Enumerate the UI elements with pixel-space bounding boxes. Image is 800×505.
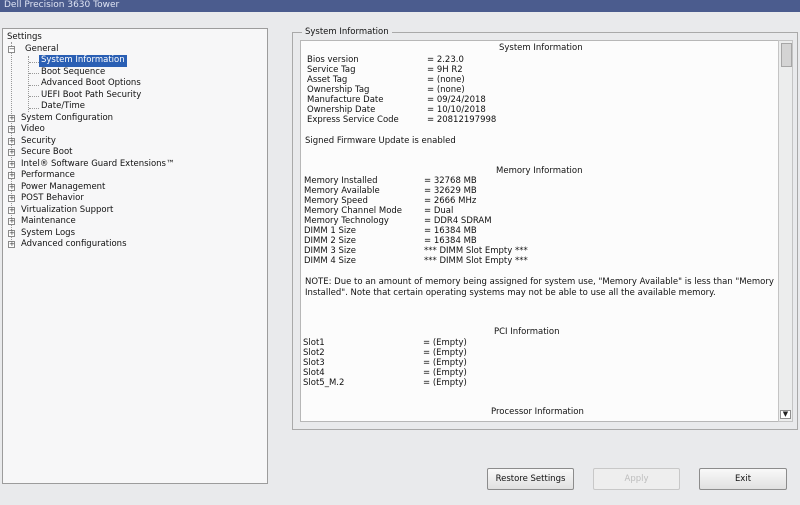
info-key: DIMM 2 Size bbox=[304, 236, 356, 246]
info-value: = (none) bbox=[427, 75, 465, 85]
minus-box-icon[interactable]: − bbox=[8, 45, 15, 53]
info-key: Asset Tag bbox=[307, 75, 348, 85]
info-key: DIMM 4 Size bbox=[304, 256, 356, 266]
info-value: = 9H R2 bbox=[427, 65, 463, 75]
tree-item-label: Security bbox=[21, 135, 56, 146]
info-value: = 16384 MB bbox=[424, 236, 477, 246]
plus-box-icon[interactable]: + bbox=[8, 218, 15, 225]
tree-connector bbox=[29, 108, 39, 109]
info-key: Ownership Tag bbox=[307, 85, 370, 95]
plus-box-icon[interactable]: + bbox=[8, 160, 15, 168]
plus-box-icon[interactable]: + bbox=[8, 172, 15, 179]
plus-box-icon[interactable]: + bbox=[8, 126, 15, 133]
tree-item-label: POST Behavior bbox=[21, 193, 84, 203]
info-value: = (Empty) bbox=[423, 368, 467, 378]
tree-item-label: Power Management bbox=[21, 181, 106, 192]
tree-connector bbox=[29, 73, 39, 74]
info-key: Slot3 bbox=[303, 358, 325, 368]
tree-connector bbox=[29, 62, 39, 63]
info-key: Memory Installed bbox=[304, 176, 378, 186]
apply-button[interactable]: Apply bbox=[593, 468, 680, 490]
info-key: Slot2 bbox=[303, 348, 325, 358]
settings-tree-panel: Settings − General System Information Bo… bbox=[2, 28, 268, 484]
info-key: Express Service Code bbox=[307, 115, 399, 125]
group-title: System Information bbox=[302, 27, 392, 37]
plus-box-icon[interactable]: + bbox=[8, 114, 15, 122]
tree-connector bbox=[28, 56, 29, 112]
tree-item-label: UEFI Boot Path Security bbox=[41, 89, 142, 100]
plus-box-icon[interactable]: + bbox=[8, 229, 15, 237]
info-key: Ownership Date bbox=[307, 105, 376, 115]
info-value: *** DIMM Slot Empty *** bbox=[424, 256, 528, 266]
info-value: = (Empty) bbox=[423, 378, 467, 388]
plus-box-icon[interactable]: + bbox=[8, 195, 15, 202]
info-value: = 09/24/2018 bbox=[427, 95, 486, 105]
pci-info-title: PCI Information bbox=[494, 327, 560, 337]
info-value: *** DIMM Slot Empty *** bbox=[424, 246, 528, 256]
tree-item-label: Maintenance bbox=[21, 216, 76, 226]
exit-button[interactable]: Exit bbox=[699, 468, 787, 490]
tree-connector bbox=[29, 85, 39, 86]
system-information-panel[interactable]: System Information Bios version = 2.23.0… bbox=[300, 40, 780, 422]
tree-item-label: Boot Sequence bbox=[41, 66, 106, 77]
info-value: = 2.23.0 bbox=[427, 55, 464, 65]
info-value: = 10/10/2018 bbox=[427, 105, 486, 115]
info-value: = 16384 MB bbox=[424, 226, 477, 236]
tree-item-label: Advanced Boot Options bbox=[41, 78, 141, 88]
info-key: Slot5_M.2 bbox=[303, 378, 345, 388]
memory-info-title: Memory Information bbox=[496, 166, 583, 176]
info-value: = Dual bbox=[424, 206, 454, 216]
info-value: = 32768 MB bbox=[424, 176, 477, 186]
plus-box-icon[interactable]: + bbox=[8, 183, 15, 191]
plus-box-icon[interactable]: + bbox=[8, 241, 15, 248]
tree-item-label: Virtualization Support bbox=[21, 204, 114, 215]
info-key: Memory Channel Mode bbox=[304, 206, 403, 216]
tree-item-label: System Configuration bbox=[21, 112, 114, 123]
info-key: DIMM 3 Size bbox=[304, 246, 356, 256]
tree-item-label: Secure Boot bbox=[21, 147, 73, 157]
processor-info-title: Processor Information bbox=[491, 407, 584, 417]
info-key: DIMM 1 Size bbox=[304, 226, 356, 236]
info-key: Memory Technology bbox=[304, 216, 389, 226]
info-key: Service Tag bbox=[307, 65, 356, 75]
info-key: Manufacture Date bbox=[307, 95, 384, 105]
tree-item-label: System Information bbox=[39, 55, 127, 67]
info-key: Slot1 bbox=[303, 338, 325, 348]
info-value: = (none) bbox=[427, 85, 465, 95]
tree-item-label: Performance bbox=[21, 170, 75, 180]
info-value: = 20812197998 bbox=[427, 115, 497, 125]
plus-box-icon[interactable]: + bbox=[8, 137, 15, 145]
memory-note: NOTE: Due to an amount of memory being a… bbox=[305, 277, 774, 298]
info-key: Memory Speed bbox=[304, 196, 368, 206]
tree-item-label: System Logs bbox=[21, 227, 76, 238]
tree-root-label: Settings bbox=[7, 32, 42, 42]
info-value: = (Empty) bbox=[423, 348, 467, 358]
plus-box-icon[interactable]: + bbox=[8, 206, 15, 214]
info-scrollbar[interactable]: ▼ bbox=[778, 40, 793, 422]
tree-item-label: Video bbox=[21, 124, 45, 134]
scroll-thumb[interactable] bbox=[781, 43, 792, 67]
info-value: = 2666 MHz bbox=[424, 196, 477, 206]
firmware-note: Signed Firmware Update is enabled bbox=[305, 136, 456, 146]
info-key: Memory Available bbox=[304, 186, 380, 196]
tree-item-label: Advanced configurations bbox=[21, 239, 127, 249]
tree-item-label: Date/Time bbox=[41, 101, 85, 111]
plus-box-icon[interactable]: + bbox=[8, 149, 15, 156]
info-value: = DDR4 SDRAM bbox=[424, 216, 492, 226]
info-value: = 32629 MB bbox=[424, 186, 477, 196]
info-value: = (Empty) bbox=[423, 358, 467, 368]
window-title: Dell Precision 3630 Tower bbox=[0, 0, 800, 12]
info-value: = (Empty) bbox=[423, 338, 467, 348]
arrow-down-icon[interactable]: ▼ bbox=[780, 410, 791, 419]
info-key: Bios version bbox=[307, 55, 359, 65]
tree-item-label: Intel® Software Guard Extensions™ bbox=[21, 158, 175, 169]
system-info-title: System Information bbox=[499, 43, 583, 53]
info-key: Slot4 bbox=[303, 368, 325, 378]
tree-item-label: General bbox=[25, 43, 59, 54]
tree-connector bbox=[29, 96, 39, 97]
restore-settings-button[interactable]: Restore Settings bbox=[487, 468, 574, 490]
